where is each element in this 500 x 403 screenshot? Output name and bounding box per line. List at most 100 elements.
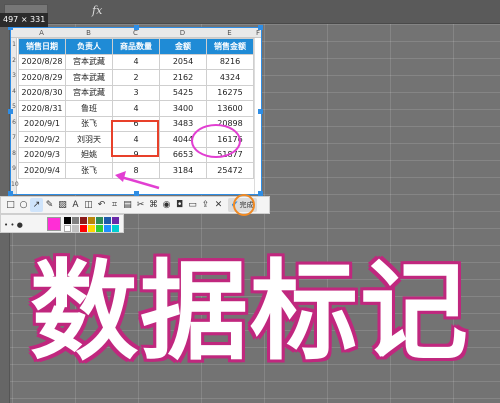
magenta-ellipse-annotation[interactable] — [191, 124, 241, 158]
screenshot-toolbar: □ ○ ↗ ✎ ▨ A ◫ ↶ ⌗ ▤ ✂ ⌘ ◉ ◘ ▭ ⇪ ✕ ✔ 完成 — [0, 196, 270, 214]
crop-icon[interactable]: ⌗ — [108, 198, 121, 212]
cancel-icon[interactable]: ✕ — [212, 198, 225, 212]
color-swatch[interactable] — [96, 225, 103, 232]
red-rectangle-annotation[interactable] — [111, 120, 159, 157]
table-cell[interactable]: 4 — [112, 53, 160, 70]
share-icon[interactable]: ⇪ — [199, 198, 212, 212]
translate-icon[interactable]: ▤ — [121, 198, 134, 212]
color-swatch[interactable] — [104, 225, 111, 232]
video-title-text: 数据标记 — [29, 250, 470, 375]
pin-icon[interactable]: ◘ — [173, 198, 186, 212]
selection-size-badge: 497 × 331 — [0, 13, 49, 27]
color-swatch[interactable] — [64, 217, 71, 224]
table-cell[interactable]: 2020/9/4 — [18, 162, 66, 179]
table-cell[interactable]: 宫本武藏 — [65, 53, 113, 70]
row-number: 2 — [12, 57, 16, 64]
table-cell[interactable]: 2020/9/2 — [18, 131, 66, 148]
mosaic-icon[interactable]: ✂ — [134, 198, 147, 212]
table-cell[interactable]: 2054 — [159, 53, 207, 70]
header-amount[interactable]: 金额 — [159, 38, 207, 55]
fx-label: fx — [92, 4, 103, 17]
ocr-icon[interactable]: ⌘ — [147, 198, 160, 212]
table-cell[interactable]: 2020/8/29 — [18, 69, 66, 86]
table-cell[interactable]: 4324 — [206, 69, 254, 86]
resize-handle[interactable] — [258, 25, 263, 30]
table-row: 2020/8/30 宫本武藏 3 5425 16275 — [18, 84, 254, 101]
marker-icon[interactable]: ▨ — [56, 198, 69, 212]
table-cell[interactable]: 16275 — [206, 84, 254, 101]
table-cell[interactable]: 2162 — [159, 69, 207, 86]
header-sale-date[interactable]: 销售日期 — [18, 38, 66, 55]
arrow-icon[interactable]: ↗ — [30, 198, 43, 212]
eraser-icon[interactable]: ◫ — [82, 198, 95, 212]
table-cell[interactable]: 2020/8/28 — [18, 53, 66, 70]
row-number: 4 — [12, 88, 16, 95]
row-number: 8 — [12, 150, 16, 157]
table-row: 2020/8/31 鲁班 4 3400 13600 — [18, 100, 254, 117]
text-icon[interactable]: A — [69, 198, 82, 212]
table-cell[interactable]: 5425 — [159, 84, 207, 101]
table-cell[interactable]: 25472 — [206, 162, 254, 179]
table-cell[interactable]: 宫本武藏 — [65, 84, 113, 101]
color-swatch[interactable] — [104, 217, 111, 224]
table-cell[interactable]: 3400 — [159, 100, 207, 117]
column-f-gridline — [254, 38, 255, 194]
resize-handle[interactable] — [8, 109, 13, 114]
table-cell[interactable]: 2020/8/30 — [18, 84, 66, 101]
column-header-e: E — [227, 29, 232, 37]
undo-icon[interactable]: ↶ — [95, 198, 108, 212]
header-owner[interactable]: 负责人 — [65, 38, 113, 55]
row-header-bar: 1 2 3 4 5 6 7 8 9 10 — [11, 38, 19, 194]
table-cell[interactable]: 张飞 — [65, 115, 113, 132]
row-number: 10 — [11, 181, 19, 188]
color-swatch[interactable] — [64, 225, 71, 232]
color-swatch[interactable] — [88, 225, 95, 232]
color-swatch[interactable] — [88, 217, 95, 224]
table-row: 2020/8/28 宫本武藏 4 2054 8216 — [18, 53, 254, 70]
color-swatch[interactable] — [80, 217, 87, 224]
table-cell[interactable]: 2 — [112, 69, 160, 86]
table-cell[interactable]: 3 — [112, 84, 160, 101]
table-cell[interactable]: 3184 — [159, 162, 207, 179]
ellipse-icon[interactable]: ○ — [17, 198, 30, 212]
color-swatch[interactable] — [80, 225, 87, 232]
save-icon[interactable]: ▭ — [186, 198, 199, 212]
magenta-arrow-annotation[interactable] — [111, 168, 161, 192]
table-cell[interactable]: 刘羽天 — [65, 131, 113, 148]
table-header-row: 销售日期 负责人 商品数量 金额 销售金额 — [18, 38, 254, 55]
row-number: 7 — [12, 134, 16, 141]
color-swatch[interactable] — [112, 217, 119, 224]
row-number: 1 — [12, 41, 16, 48]
row-number: 9 — [12, 165, 16, 172]
table-row: 2020/8/29 宫本武藏 2 2162 4324 — [18, 69, 254, 86]
header-sales-amount[interactable]: 销售金额 — [206, 38, 254, 55]
screenshot-capture-region[interactable]: A B C D E F 1 2 3 4 5 6 7 8 9 10 销售日期 负责… — [8, 25, 263, 196]
table-cell[interactable]: 2020/9/3 — [18, 146, 66, 163]
color-swatch[interactable] — [112, 225, 119, 232]
table-cell[interactable]: 妲姚 — [65, 146, 113, 163]
column-header-d: D — [179, 29, 186, 37]
header-quantity[interactable]: 商品数量 — [112, 38, 160, 55]
color-swatch[interactable] — [72, 217, 79, 224]
table-cell[interactable]: 2020/9/1 — [18, 115, 66, 132]
table-cell[interactable]: 宫本武藏 — [65, 69, 113, 86]
resize-handle[interactable] — [134, 25, 139, 30]
table-cell[interactable]: 4 — [112, 100, 160, 117]
resize-handle[interactable] — [258, 109, 263, 114]
formula-bar: fx — [0, 0, 500, 24]
pen-icon[interactable]: ✎ — [43, 198, 56, 212]
table-cell[interactable]: 2020/8/31 — [18, 100, 66, 117]
current-color-swatch[interactable] — [47, 217, 61, 231]
color-palette: • • ● — [0, 214, 124, 233]
cursor-highlight-ring — [233, 194, 255, 216]
color-swatch[interactable] — [72, 225, 79, 232]
rect-icon[interactable]: □ — [4, 198, 17, 212]
table-cell[interactable]: 13600 — [206, 100, 254, 117]
stroke-size-picker[interactable]: • • ● — [4, 221, 23, 229]
table-cell[interactable]: 8216 — [206, 53, 254, 70]
column-header-b: B — [86, 29, 91, 37]
color-swatch[interactable] — [96, 217, 103, 224]
table-cell[interactable]: 张飞 — [65, 162, 113, 179]
table-cell[interactable]: 鲁班 — [65, 100, 113, 117]
record-icon[interactable]: ◉ — [160, 198, 173, 212]
